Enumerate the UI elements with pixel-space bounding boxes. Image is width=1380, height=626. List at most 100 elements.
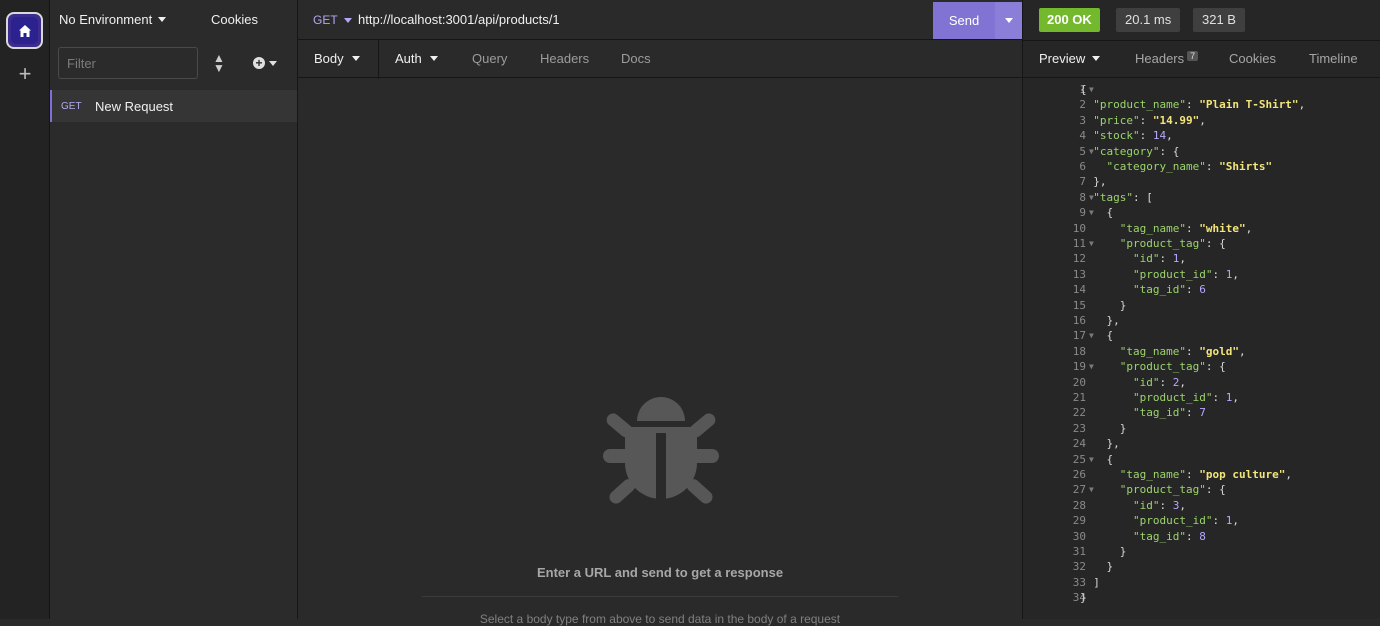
chevron-down-icon — [1004, 18, 1013, 23]
code-line: 13 "product_id": 1, — [1022, 267, 1380, 282]
url-input[interactable]: http://localhost:3001/api/products/1 — [358, 12, 560, 27]
code-line: 29 "product_id": 1, — [1022, 513, 1380, 528]
code-line: 4 "stock": 14, — [1022, 128, 1380, 143]
empty-state-message: Enter a URL and send to get a response — [536, 565, 784, 580]
code-line: 19 ▼ "product_tag": { — [1022, 359, 1380, 374]
filter-input[interactable] — [58, 47, 198, 79]
fold-caret-icon[interactable]: ▼ — [1089, 82, 1094, 97]
tab-query[interactable]: Query — [472, 51, 507, 66]
code-line: 15 } — [1022, 298, 1380, 313]
tab-response-cookies[interactable]: Cookies — [1229, 51, 1276, 66]
code-line: 2 "product_name": "Plain T-Shirt", — [1022, 97, 1380, 112]
chevron-down-icon — [429, 56, 438, 61]
code-line: 5 ▼ "category": { — [1022, 144, 1380, 159]
code-line: 21 "product_id": 1, — [1022, 390, 1380, 405]
tab-response-headers[interactable]: Headers 7 — [1135, 50, 1199, 66]
chevron-down-icon — [158, 17, 167, 22]
code-text: "product_id": 1, — [1132, 391, 1239, 404]
code-text: "category_name": "Shirts" — [1106, 160, 1273, 173]
home-icon — [11, 17, 38, 44]
code-line: 34} — [1022, 590, 1380, 605]
code-line: 24 }, — [1022, 436, 1380, 451]
tab-auth[interactable]: Auth — [395, 51, 438, 66]
code-text: "tag_name": "pop culture", — [1119, 468, 1292, 481]
code-text: } — [1080, 298, 1127, 312]
code-text: "product_name": "Plain T-Shirt", — [1093, 98, 1306, 112]
environment-selector[interactable]: No Environment — [59, 12, 167, 27]
cookies-button[interactable]: Cookies — [211, 12, 258, 27]
code-text: }, — [1080, 175, 1107, 189]
code-text: "stock": 14, — [1093, 129, 1173, 143]
code-line: 8 ▼ "tags": [ — [1022, 190, 1380, 205]
app-rail — [0, 0, 50, 619]
code-text: "tag_name": "gold", — [1119, 344, 1246, 358]
code-line: 27 ▼ "product_tag": { — [1022, 482, 1380, 497]
code-line: 18 "tag_name": "gold", — [1022, 344, 1380, 359]
tab-response-headers-label: Headers — [1135, 51, 1185, 66]
create-menu-button[interactable]: + — [253, 54, 283, 72]
code-text: "id": 2, — [1132, 375, 1186, 389]
code-text: } — [1080, 545, 1127, 558]
response-size-badge: 321 B — [1193, 8, 1245, 32]
code-text: } — [1080, 591, 1087, 605]
code-text: "product_tag": { — [1119, 360, 1226, 374]
code-text: "id": 1, — [1132, 252, 1186, 266]
code-text: "tag_id": 7 — [1132, 406, 1206, 420]
tab-preview[interactable]: Preview — [1039, 51, 1101, 66]
code-text: "product_tag": { — [1119, 483, 1226, 497]
code-text: "product_id": 1, — [1132, 514, 1239, 528]
code-text: { — [1080, 452, 1114, 466]
bug-icon — [603, 391, 719, 510]
sort-icon[interactable]: ▲ ▼ — [210, 52, 228, 74]
code-text: } — [1080, 560, 1114, 574]
code-line: 23 } — [1022, 421, 1380, 436]
code-line: 22 "tag_id": 7 — [1022, 405, 1380, 420]
request-name: New Request — [95, 98, 174, 114]
code-text: { — [1080, 329, 1114, 343]
code-text: "category": { — [1093, 144, 1180, 158]
empty-state-hint: Select a body type from above to send da… — [479, 612, 841, 626]
code-line: 12 "id": 1, — [1022, 251, 1380, 266]
headers-count-badge: 7 — [1187, 50, 1199, 61]
add-project-icon[interactable]: + — [13, 62, 37, 86]
tab-body-label: Body — [314, 51, 344, 66]
tab-docs[interactable]: Docs — [621, 51, 651, 66]
environment-label: No Environment — [59, 12, 153, 27]
code-line: 26 "tag_name": "pop culture", — [1022, 467, 1380, 482]
code-line: 9 ▼ { — [1022, 205, 1380, 220]
code-line: 17 ▼ { — [1022, 328, 1380, 343]
code-line: 11 ▼ "product_tag": { — [1022, 236, 1380, 251]
code-text: "tags": [ — [1093, 190, 1153, 204]
home-button[interactable] — [6, 12, 43, 49]
code-text: "tag_id": 8 — [1132, 529, 1206, 543]
tab-auth-label: Auth — [395, 51, 422, 66]
send-button[interactable]: Send — [933, 2, 995, 39]
tab-timeline[interactable]: Timeline — [1309, 51, 1358, 66]
code-line: 30 "tag_id": 8 — [1022, 529, 1380, 544]
code-text: "product_tag": { — [1119, 237, 1226, 250]
send-options-button[interactable] — [995, 2, 1022, 39]
code-line: 33 ] — [1022, 575, 1380, 590]
sidebar-request-item[interactable]: GET New Request — [50, 90, 297, 122]
response-time-badge: 20.1 ms — [1116, 8, 1181, 32]
tab-body[interactable]: Body — [314, 51, 360, 66]
code-text: }, — [1080, 314, 1120, 327]
code-text: { — [1080, 206, 1114, 220]
code-line: 20 "id": 2, — [1022, 375, 1380, 390]
method-label: GET — [313, 13, 338, 27]
code-line: 1 ▼{ — [1022, 82, 1380, 97]
code-text: { — [1080, 83, 1087, 96]
status-badge: 200 OK — [1039, 8, 1100, 32]
divider — [422, 596, 898, 597]
request-method-badge: GET — [61, 100, 82, 112]
code-text: "price": "14.99", — [1093, 113, 1206, 127]
chevron-down-icon — [343, 17, 352, 23]
code-text: "tag_name": "white", — [1119, 221, 1253, 235]
code-text: } — [1080, 421, 1127, 435]
code-line: 10 "tag_name": "white", — [1022, 221, 1380, 236]
tab-headers[interactable]: Headers — [540, 51, 589, 66]
method-selector[interactable]: GET — [313, 13, 352, 27]
plus-circle-icon: + — [253, 57, 265, 69]
code-text: ] — [1080, 575, 1100, 589]
code-line: 14 "tag_id": 6 — [1022, 282, 1380, 297]
